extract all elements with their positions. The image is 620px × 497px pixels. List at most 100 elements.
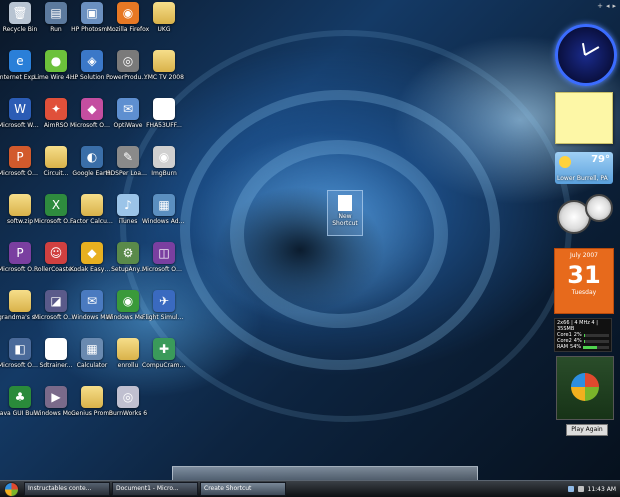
desktop-icon[interactable]: ✉ OptiWave (108, 98, 148, 142)
system-monitor-gadget[interactable]: 2x66 | 4 MHz 4 | 35SMB Core1 2% Core2 4% RAM… (554, 318, 612, 352)
usage-bar (583, 345, 609, 349)
new-shortcut-icon[interactable]: New Shortcut (327, 190, 363, 236)
document-icon (338, 195, 352, 211)
picture-puzzle-gadget[interactable] (556, 356, 614, 420)
desktop-icon[interactable]: PMicrosoft Office P... (0, 146, 42, 190)
taskbar-button[interactable]: Instructables conte... (24, 482, 110, 496)
app-icon (9, 290, 31, 312)
desktop-icon[interactable]: ◎ BurnWorks 6 (108, 386, 148, 430)
desktop-icon[interactable]: UKG (144, 2, 184, 46)
desktop-icon[interactable]: ▦ Windows Addres... (142, 194, 186, 238)
app-icon: ◫ (153, 242, 175, 264)
desktop-icon[interactable]: FHA53UFF... (144, 98, 184, 142)
desktop-icon[interactable]: ✚ CompuCram Pennsylvania (142, 338, 186, 382)
desktop-icon[interactable]: ▦ Calculator (72, 338, 112, 382)
desktop-icon[interactable]: ⚙ SetupAny... (108, 242, 148, 286)
desktop-icon[interactable]: ▤ Run (36, 2, 76, 46)
desktop-icon[interactable]: ▶Windows Movie Maker (34, 386, 78, 430)
desktop-icon[interactable]: ◫ Microsoft Office I... (142, 242, 186, 286)
app-icon: ▶ (45, 386, 67, 408)
app-icon: ◉ (117, 290, 139, 312)
desktop-icon[interactable]: YMC TV 2008 (144, 50, 184, 94)
desktop-icon[interactable]: ✎ HDSPer Loader (106, 146, 150, 190)
app-icon: ◆ (81, 242, 103, 264)
desktop-icon-label: ImgBurn (151, 170, 177, 177)
sidebar-controls: + ◂ ▸ (597, 2, 616, 10)
app-icon: ▤ (45, 2, 67, 24)
clock-hand (581, 43, 586, 56)
desktop-icon[interactable]: ◈HP Solution Center (70, 50, 114, 94)
taskbar: Instructables conte... Document1 - Micro.… (0, 480, 620, 497)
desktop-icon[interactable]: ☺RollerCoaster Tycoon 3 (34, 242, 78, 286)
desktop-icon[interactable]: ◉ ImgBurn (144, 146, 184, 190)
app-icon (117, 338, 139, 360)
calendar-day: 31 (567, 261, 601, 289)
app-icon: ✉ (81, 290, 103, 312)
add-gadget-icon[interactable]: + (597, 2, 603, 10)
volume-icon[interactable] (577, 486, 584, 492)
desktop-icon[interactable]: 🗑 Recycle Bin (0, 2, 40, 46)
weather-temperature: 79° (591, 154, 610, 165)
system-tray: 11:43 AM (567, 486, 620, 493)
desktop-icon[interactable]: ◆Microsoft Office docu... (70, 98, 114, 142)
tray-clock[interactable]: 11:43 AM (588, 486, 616, 493)
desktop-icon[interactable]: ♪ iTunes (108, 194, 148, 238)
desktop-icon-label: Windows Addres... (142, 218, 186, 225)
app-icon: ◐ (81, 146, 103, 168)
desktop-icon[interactable]: ◧Microsoft Office D... (0, 338, 42, 382)
calendar-gadget[interactable]: July 2007 31 Tuesday (554, 248, 614, 314)
next-icon[interactable]: ▸ (612, 2, 616, 10)
app-icon: ⚙ (117, 242, 139, 264)
desktop-icon[interactable]: PMicrosoft Office P... (0, 242, 42, 286)
desktop-icon[interactable]: ◉Windows Media Center (106, 290, 150, 334)
app-icon: ◧ (9, 338, 31, 360)
desktop-icon[interactable]: ◐ Google Earth (72, 146, 112, 190)
taskbar-button[interactable]: Document1 - Micro... (112, 482, 198, 496)
desktop-icon[interactable]: ◆Kodak EasyShare (70, 242, 114, 286)
desktop-icon[interactable]: eInternet Explorer (0, 50, 42, 94)
desktop-icon-label: UKG (157, 26, 171, 33)
desktop-icon[interactable]: ▣ HP Photosm... (71, 2, 113, 46)
desktop-icon[interactable]: ✦ AimRSO (36, 98, 76, 142)
desktop-icon[interactable]: XMicrosoft Office Exc... (34, 194, 78, 238)
new-shortcut-label: New Shortcut (332, 213, 358, 227)
desktop-icon[interactable]: enrollu (108, 338, 148, 382)
start-button[interactable] (0, 481, 22, 497)
desktop-icon[interactable]: ◎PowerProducer 4 Gold (106, 50, 150, 94)
app-icon: ☺ (45, 242, 67, 264)
desktop-icon[interactable]: ◉ Mozilla Firefox (107, 2, 149, 46)
notes-gadget[interactable] (555, 92, 613, 144)
desktop-icon-label: Microsoft Office I... (142, 266, 186, 273)
app-icon: ◪ (45, 290, 67, 312)
app-icon: ◆ (81, 98, 103, 120)
desktop-icon[interactable]: Sdtrainer... (36, 338, 76, 382)
windows-orb-icon (3, 481, 19, 497)
desktop-icon[interactable]: ◪Microsoft Office D... (34, 290, 78, 334)
desktop-icon[interactable]: grandma's songs (0, 290, 42, 334)
taskbar-button[interactable]: Create Shortcut (200, 482, 286, 496)
app-icon: ▣ (81, 2, 103, 24)
previous-icon[interactable]: ◂ (606, 2, 610, 10)
network-icon[interactable] (567, 486, 574, 492)
monitor-value: 54% (570, 344, 582, 350)
clock-gadget[interactable] (555, 24, 617, 86)
desktop-icon[interactable]: Genius Promo (71, 386, 113, 430)
desktop-icon[interactable]: Circuit... (36, 146, 76, 190)
desktop-icon[interactable]: ✈ Flight Simulator X (142, 290, 186, 334)
desktop-icon[interactable]: ●Lime Wire 4.12.11 (34, 50, 78, 94)
app-icon (45, 146, 67, 168)
desktop-icon[interactable]: W Microsoft Word (0, 98, 42, 142)
desktop-icon[interactable]: ♣Java GUI Builder (0, 386, 42, 430)
desktop-icon-label: Flight Simulator X (142, 314, 186, 321)
app-icon: ▦ (81, 338, 103, 360)
desktop-icon[interactable]: Factor Calculator (70, 194, 114, 238)
desktop-icon[interactable]: ✉ Windows Mail (72, 290, 112, 334)
app-icon: ◎ (117, 386, 139, 408)
cpu-meter-gadget[interactable] (555, 192, 613, 238)
play-again-button[interactable]: Play Again (566, 424, 608, 436)
desktop-icon[interactable]: softw.zip (0, 194, 40, 238)
taskbar-buttons: Instructables conte... Document1 - Micro.… (22, 482, 286, 496)
weather-gadget[interactable]: 79° Lower Burrell, PA (555, 152, 613, 184)
app-icon: P (9, 242, 31, 264)
app-icon: ♣ (9, 386, 31, 408)
